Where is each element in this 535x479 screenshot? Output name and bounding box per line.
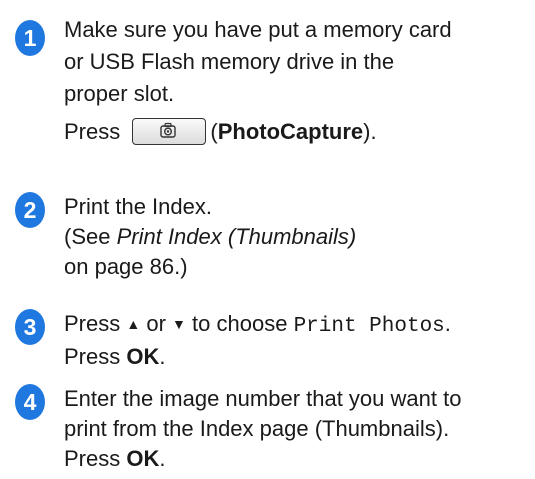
step-2-line-1: Print the Index. xyxy=(64,194,212,219)
step-4-text: Enter the image number that you want to … xyxy=(64,384,534,474)
to-choose-text: to choose xyxy=(192,311,288,336)
step-number-badge: 1 xyxy=(15,20,45,56)
down-arrow-icon: ▼ xyxy=(172,316,186,332)
step-4-line-2: print from the Index page (Thumbnails). xyxy=(64,416,450,441)
see-prefix: (See xyxy=(64,224,117,249)
step-number-badge: 2 xyxy=(15,192,45,228)
photocapture-button[interactable] xyxy=(132,117,207,145)
step-2-line-3: on page 86.) xyxy=(64,254,188,279)
press-text: Press xyxy=(64,344,121,369)
step-3-line-1: Press ▲ or ▼ to choose Print Photos. xyxy=(64,309,534,342)
camera-icon xyxy=(160,122,177,138)
step-4-line-3: Press OK. xyxy=(64,444,534,474)
press-text: Press xyxy=(64,311,121,336)
paren-open: ( xyxy=(210,119,218,144)
step-1-line-3: proper slot. xyxy=(64,81,175,106)
period: . xyxy=(444,311,451,336)
step-number-badge: 3 xyxy=(15,309,45,345)
ok-key-label: OK xyxy=(126,446,160,471)
paren-close: ). xyxy=(363,119,377,144)
step-3-text: Press ▲ or ▼ to choose Print Photos. Pre… xyxy=(64,309,534,372)
print-index-reference: Print Index (Thumbnails) xyxy=(116,224,357,249)
step-2-line-2: (See Print Index (Thumbnails) xyxy=(64,222,534,252)
or-text: or xyxy=(146,311,166,336)
period: . xyxy=(159,446,166,471)
press-text: Press xyxy=(64,446,121,471)
step-4-line-1: Enter the image number that you want to xyxy=(64,386,462,411)
step-1-line-2: or USB Flash memory drive in the xyxy=(64,49,395,74)
step-3-line-2: Press OK. xyxy=(64,342,534,372)
step-1-line-1: Make sure you have put a memory card xyxy=(64,17,452,42)
menu-option-print-photos: Print Photos xyxy=(293,315,445,338)
step-1-text: Make sure you have put a memory card or … xyxy=(64,14,534,148)
step-number-badge: 4 xyxy=(15,384,45,420)
ok-key-label: OK xyxy=(126,344,160,369)
step-2-text: Print the Index. (See Print Index (Thumb… xyxy=(64,192,534,282)
up-arrow-icon: ▲ xyxy=(126,316,141,332)
period: . xyxy=(159,344,166,369)
press-text: Press xyxy=(64,119,121,144)
photocapture-label: PhotoCapture xyxy=(217,119,364,144)
step-1-press-line: Press (PhotoCapture). xyxy=(64,116,534,148)
